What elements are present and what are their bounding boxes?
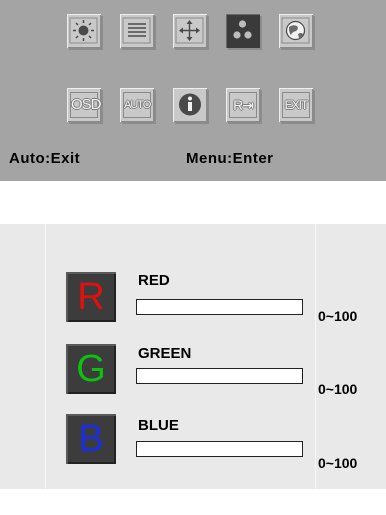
blue-label: BLUE	[138, 417, 179, 434]
input-source-button[interactable]: R⇥	[226, 88, 260, 122]
hint-auto-exit: Auto:Exit	[9, 150, 81, 167]
red-letter: R	[77, 276, 105, 318]
osd-main-menu: OSD AUTO R⇥ EXIT Auto:Exit Menu:Enter	[0, 0, 386, 181]
globe-language-icon	[281, 17, 310, 44]
color-adjust-panel: R RED 0~100 G GREEN 0~100 B BLUE 0~100	[0, 224, 386, 489]
lines-image-icon	[122, 17, 151, 44]
brightness-sun-icon	[69, 17, 98, 44]
blue-range: 0~100	[318, 455, 358, 471]
hint-menu-enter: Menu:Enter	[186, 150, 274, 167]
image-settings-button[interactable]	[120, 14, 154, 48]
green-range: 0~100	[318, 381, 358, 397]
blue-letter: B	[78, 418, 104, 460]
red-channel-icon: R	[66, 272, 116, 322]
green-letter: G	[76, 348, 106, 390]
position-arrows-icon	[175, 17, 204, 44]
exit-button[interactable]: EXIT	[279, 88, 313, 122]
input-source-icon: R⇥	[229, 92, 257, 118]
red-range: 0~100	[318, 308, 358, 324]
brightness-button[interactable]	[67, 14, 101, 48]
auto-icon: AUTO	[123, 92, 151, 118]
osd-button[interactable]: OSD	[67, 88, 102, 122]
blue-slider[interactable]	[136, 441, 303, 457]
panel-divider	[45, 224, 46, 489]
blue-channel-icon: B	[66, 414, 116, 464]
red-slider[interactable]	[136, 299, 303, 315]
green-channel-icon: G	[66, 344, 116, 394]
auto-button[interactable]: AUTO	[120, 88, 154, 122]
panel-divider	[315, 224, 316, 489]
info-button[interactable]	[173, 88, 207, 122]
color-button[interactable]	[226, 14, 260, 48]
info-icon	[179, 93, 201, 116]
color-dots-icon	[233, 20, 252, 39]
green-label: GREEN	[138, 345, 192, 362]
osd-icon: OSD	[70, 92, 102, 118]
red-label: RED	[138, 272, 170, 289]
position-button[interactable]	[173, 14, 207, 48]
green-slider[interactable]	[136, 368, 303, 384]
exit-icon: EXIT	[282, 92, 310, 118]
language-button[interactable]	[279, 14, 313, 48]
